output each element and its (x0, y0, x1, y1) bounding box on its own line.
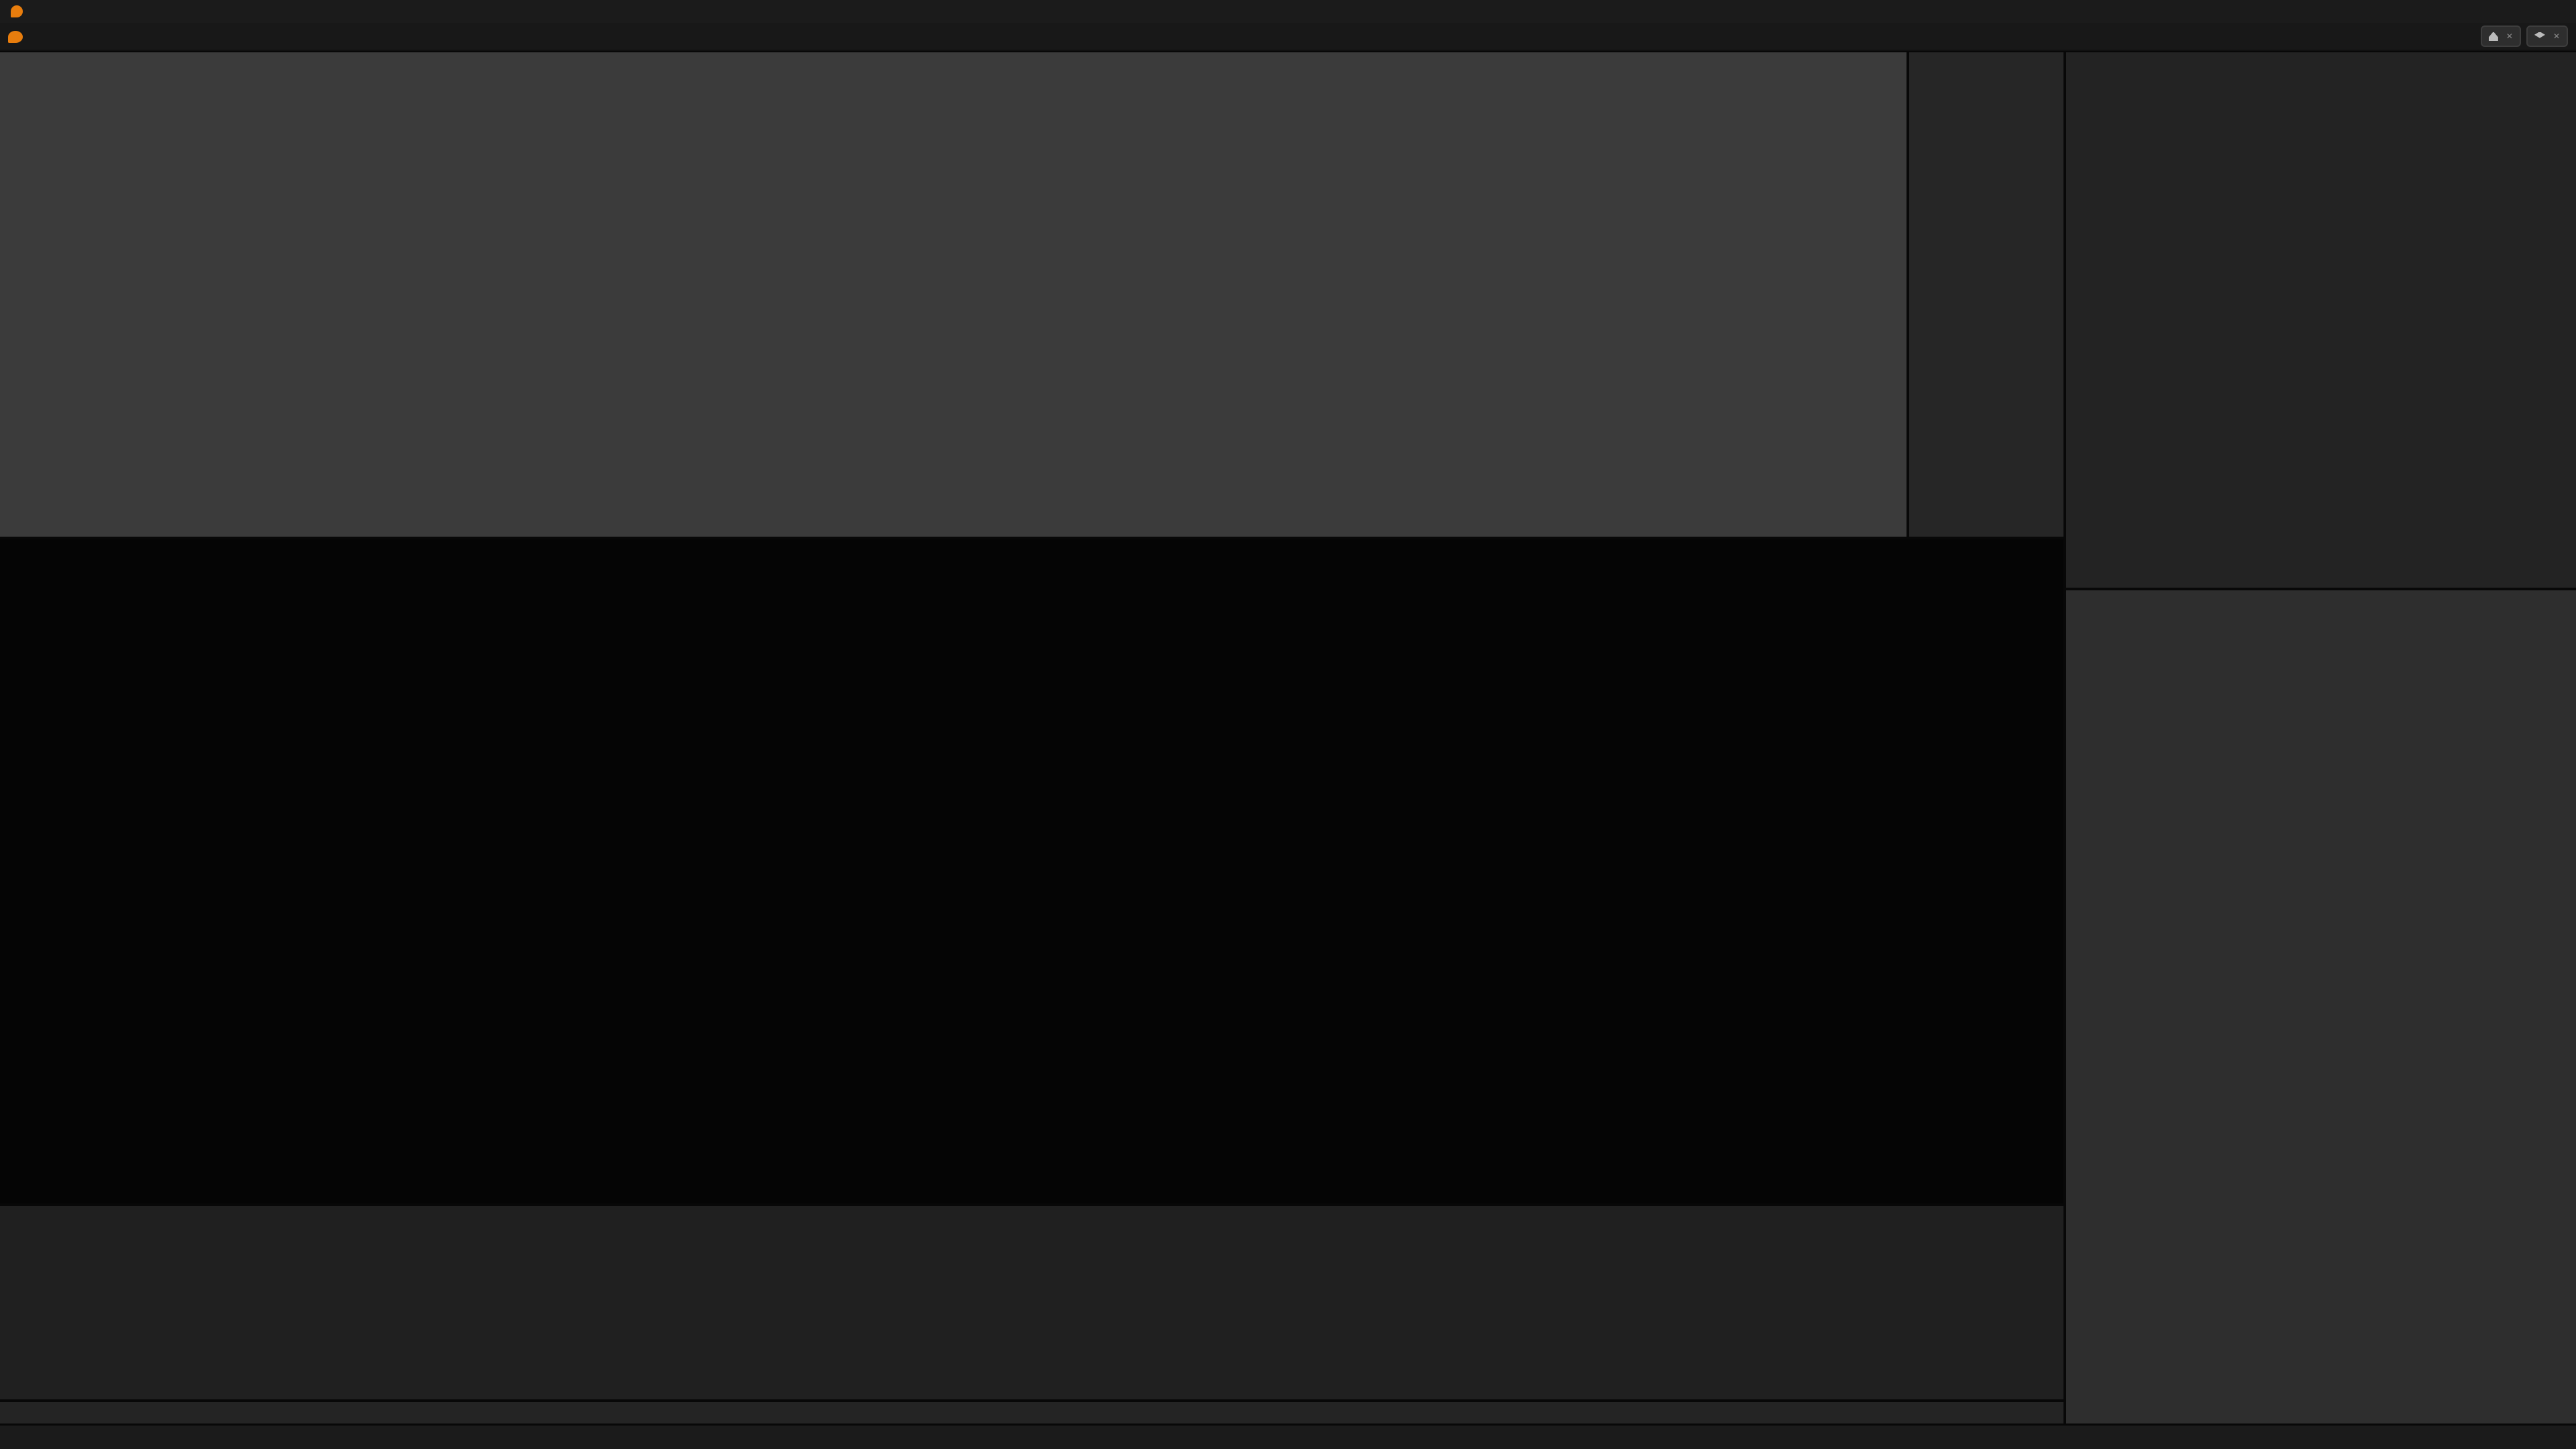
properties-editor[interactable] (2066, 590, 2576, 1424)
viewport-top-orthographic[interactable] (0, 52, 1907, 537)
scene-icon (2489, 32, 2498, 41)
viewlayer-selector[interactable]: ✕ (2526, 25, 2568, 47)
timeline-playback-bar (0, 1402, 2063, 1424)
dope-sheet-editor[interactable] (0, 1206, 2063, 1399)
status-bar (0, 1426, 2576, 1449)
scene-selector[interactable]: ✕ (2481, 25, 2521, 47)
outliner[interactable] (2066, 52, 2576, 588)
scene-unlink-icon[interactable]: ✕ (2506, 32, 2513, 41)
mini-editor[interactable] (1909, 52, 2063, 537)
viewlayer-unlink-icon[interactable]: ✕ (2553, 32, 2560, 41)
viewlayer-icon (2534, 32, 2545, 41)
title-bar (0, 0, 2576, 23)
blender-logo-icon (11, 5, 23, 17)
blender-menu-icon[interactable] (8, 30, 23, 42)
viewport-camera-perspective[interactable] (0, 539, 2063, 1203)
blender-window: ✕ ✕ (0, 0, 2576, 1449)
top-bar: ✕ ✕ (0, 23, 2576, 50)
